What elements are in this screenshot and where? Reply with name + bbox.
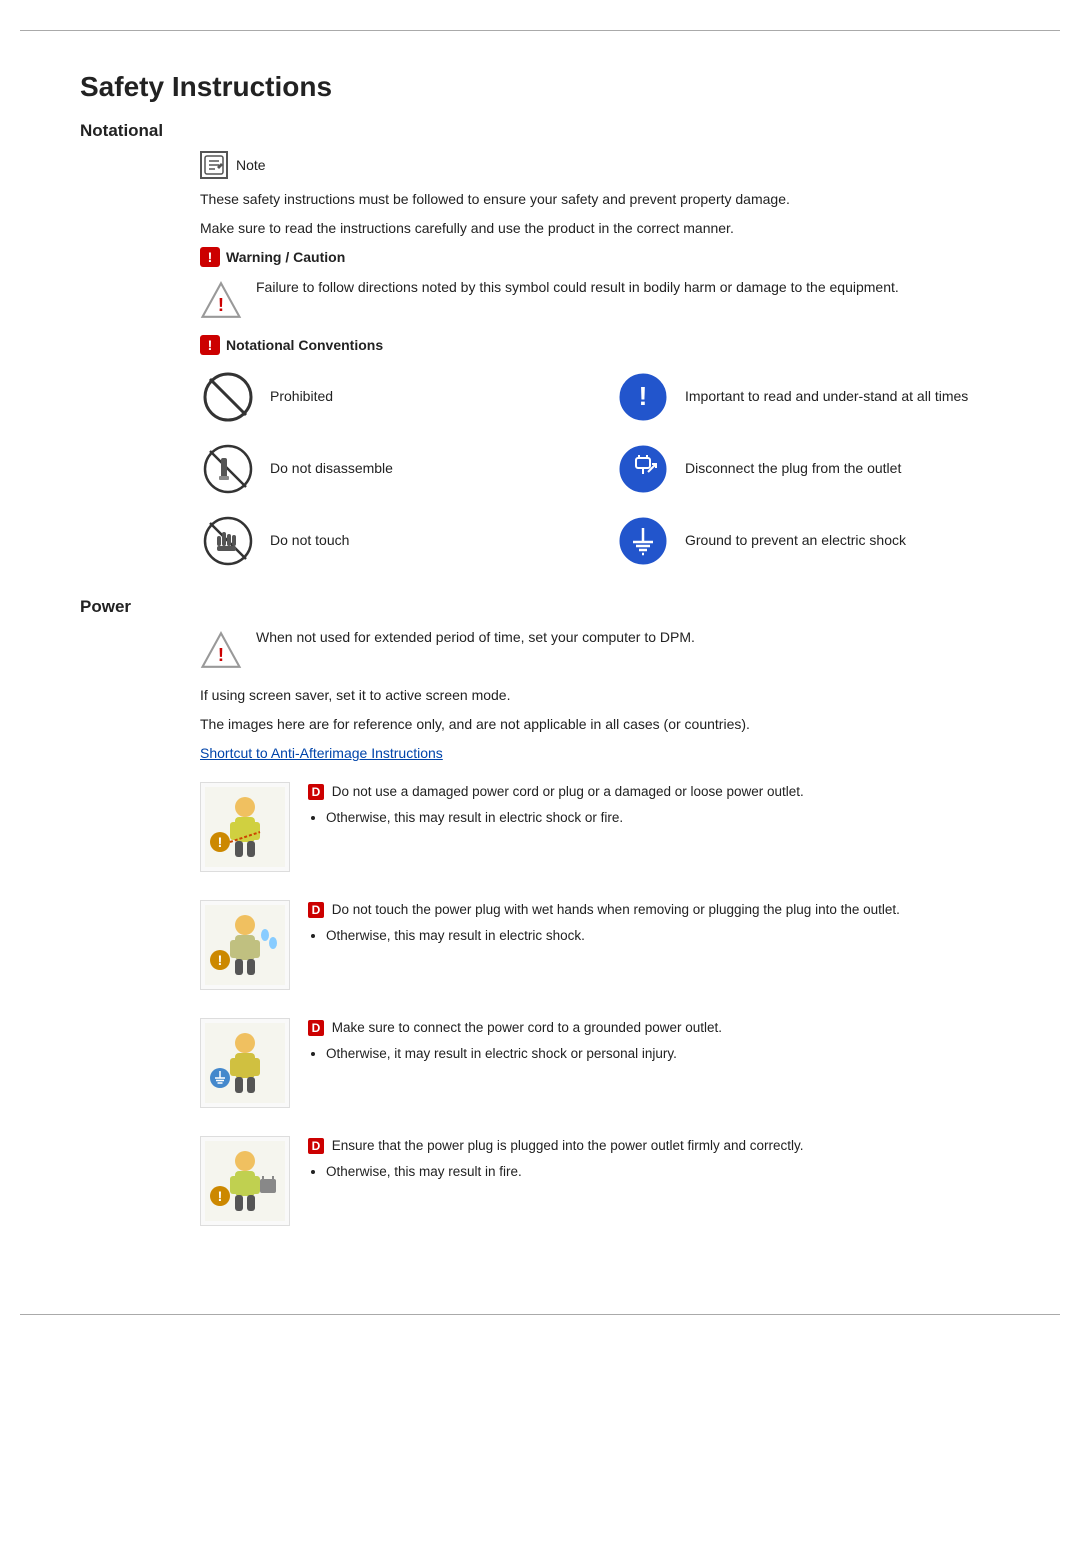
no-touch-svg — [201, 514, 255, 568]
prohibited-label: Prohibited — [270, 387, 333, 407]
notational-icons-grid: Prohibited ! Important to read and under… — [200, 369, 1000, 569]
power-warning-row: ! When not used for extended period of t… — [200, 627, 1000, 671]
notational-content: Note These safety instructions must be f… — [200, 151, 1000, 569]
power-section: Power ! When not used for extended perio… — [80, 597, 1000, 1226]
power-item-2-bullets: Otherwise, this may result in electric s… — [326, 926, 1000, 946]
warning-red-icon: ! — [200, 247, 220, 267]
disconnect-svg — [616, 442, 670, 496]
note-svg-icon — [203, 154, 225, 176]
power-item-2-image: ! — [200, 900, 290, 990]
power-body1: When not used for extended period of tim… — [256, 627, 695, 648]
power-item-4-svg: ! — [205, 1141, 285, 1221]
power-items-list: ! D Do not use a damaged power cord or p… — [200, 782, 1000, 1226]
power-item-3-svg — [205, 1023, 285, 1103]
power-content: ! When not used for extended period of t… — [200, 627, 1000, 1226]
no-disassemble-svg — [201, 442, 255, 496]
notational-conventions-label: Notational Conventions — [226, 337, 383, 353]
power-item-4-title-text: Ensure that the power plug is plugged in… — [332, 1138, 804, 1153]
item-3-red-icon: D — [308, 1020, 324, 1036]
svg-text:!: ! — [218, 1188, 223, 1204]
power-item-4-title: D Ensure that the power plug is plugged … — [308, 1136, 1000, 1156]
notational-item-ground: Ground to prevent an electric shock — [615, 513, 1000, 569]
notational-section: Notational Note These safety instruction… — [80, 121, 1000, 569]
svg-text:!: ! — [218, 644, 224, 665]
item-1-red-icon: D — [308, 784, 324, 800]
power-item-4-image: ! — [200, 1136, 290, 1226]
power-item-1-bullets: Otherwise, this may result in electric s… — [326, 808, 1000, 828]
power-item-4: ! D Ensure that the power plug is plugge… — [200, 1136, 1000, 1226]
svg-text:!: ! — [218, 834, 223, 850]
warning-label-text: Warning / Caution — [226, 249, 345, 265]
power-heading: Power — [80, 597, 1000, 617]
item-4-red-icon: D — [308, 1138, 324, 1154]
triangle-warning-icon: ! — [200, 279, 242, 321]
page-title: Safety Instructions — [80, 71, 1000, 103]
power-item-4-content: D Ensure that the power plug is plugged … — [308, 1136, 1000, 1185]
svg-text:!: ! — [218, 952, 223, 968]
ground-icon — [615, 513, 671, 569]
no-disassemble-icon — [200, 441, 256, 497]
disconnect-icon — [615, 441, 671, 497]
notational-item-important: ! Important to read and under-stand at a… — [615, 369, 1000, 425]
power-item-4-bullet-1: Otherwise, this may result in fire. — [326, 1162, 1000, 1182]
no-disassemble-label: Do not disassemble — [270, 459, 393, 479]
power-item-2-title-text: Do not touch the power plug with wet han… — [332, 902, 900, 917]
power-body2: If using screen saver, set it to active … — [200, 685, 1000, 706]
disconnect-label: Disconnect the plug from the outlet — [685, 459, 901, 479]
page-container: Safety Instructions Notational Note Thes… — [20, 30, 1060, 1315]
power-item-3-title-text: Make sure to connect the power cord to a… — [332, 1020, 722, 1035]
power-item-3-image — [200, 1018, 290, 1108]
prohibited-svg — [201, 370, 255, 424]
power-item-1-content: D Do not use a damaged power cord or plu… — [308, 782, 1000, 831]
notational-conventions-row: ! Notational Conventions — [200, 335, 1000, 355]
note-icon — [200, 151, 228, 179]
ground-label: Ground to prevent an electric shock — [685, 531, 906, 551]
prohibited-icon — [200, 369, 256, 425]
notational-item-disassemble: Do not disassemble — [200, 441, 585, 497]
power-item-2-bullet-1: Otherwise, this may result in electric s… — [326, 926, 1000, 946]
power-item-2-content: D Do not touch the power plug with wet h… — [308, 900, 1000, 949]
power-item-2-title: D Do not touch the power plug with wet h… — [308, 900, 1000, 920]
notational-heading: Notational — [80, 121, 1000, 141]
power-item-3-bullet-1: Otherwise, it may result in electric sho… — [326, 1044, 1000, 1064]
power-item-2-svg: ! — [205, 905, 285, 985]
svg-text:!: ! — [639, 381, 648, 411]
note-row: Note — [200, 151, 1000, 179]
item-2-red-icon: D — [308, 902, 324, 918]
power-item-1-svg: ! — [205, 787, 285, 867]
power-item-3-content: D Make sure to connect the power cord to… — [308, 1018, 1000, 1067]
important-icon: ! — [615, 369, 671, 425]
power-item-1-bullet-1: Otherwise, this may result in electric s… — [326, 808, 1000, 828]
important-svg: ! — [616, 370, 670, 424]
note-label: Note — [236, 157, 266, 173]
shortcut-link[interactable]: Shortcut to Anti-Afterimage Instructions — [200, 745, 443, 761]
power-item-2: ! D Do not touch the power plug with wet… — [200, 900, 1000, 990]
power-item-1: ! D Do not use a damaged power cord or p… — [200, 782, 1000, 872]
warning-body-text: Failure to follow directions noted by th… — [256, 277, 899, 298]
notational-body1: These safety instructions must be follow… — [200, 189, 1000, 210]
power-body4: Shortcut to Anti-Afterimage Instructions — [200, 743, 1000, 764]
power-item-1-title: D Do not use a damaged power cord or plu… — [308, 782, 1000, 802]
warning-label-row: ! Warning / Caution — [200, 247, 1000, 267]
power-item-3-bullets: Otherwise, it may result in electric sho… — [326, 1044, 1000, 1064]
svg-text:!: ! — [218, 294, 224, 315]
power-triangle-icon: ! — [200, 629, 242, 671]
notational-body2: Make sure to read the instructions caref… — [200, 218, 1000, 239]
no-touch-label: Do not touch — [270, 531, 349, 551]
notational-item-prohibited: Prohibited — [200, 369, 585, 425]
triangle-warning-row: ! Failure to follow directions noted by … — [200, 277, 1000, 321]
notational-item-no-touch: Do not touch — [200, 513, 585, 569]
power-item-3: D Make sure to connect the power cord to… — [200, 1018, 1000, 1108]
power-item-1-image: ! — [200, 782, 290, 872]
notational-red-icon: ! — [200, 335, 220, 355]
power-item-3-title: D Make sure to connect the power cord to… — [308, 1018, 1000, 1038]
ground-svg — [616, 514, 670, 568]
no-touch-icon — [200, 513, 256, 569]
power-body3: The images here are for reference only, … — [200, 714, 1000, 735]
notational-item-disconnect: Disconnect the plug from the outlet — [615, 441, 1000, 497]
power-item-1-title-text: Do not use a damaged power cord or plug … — [332, 784, 804, 799]
power-item-4-bullets: Otherwise, this may result in fire. — [326, 1162, 1000, 1182]
important-label: Important to read and under-stand at all… — [685, 387, 968, 407]
